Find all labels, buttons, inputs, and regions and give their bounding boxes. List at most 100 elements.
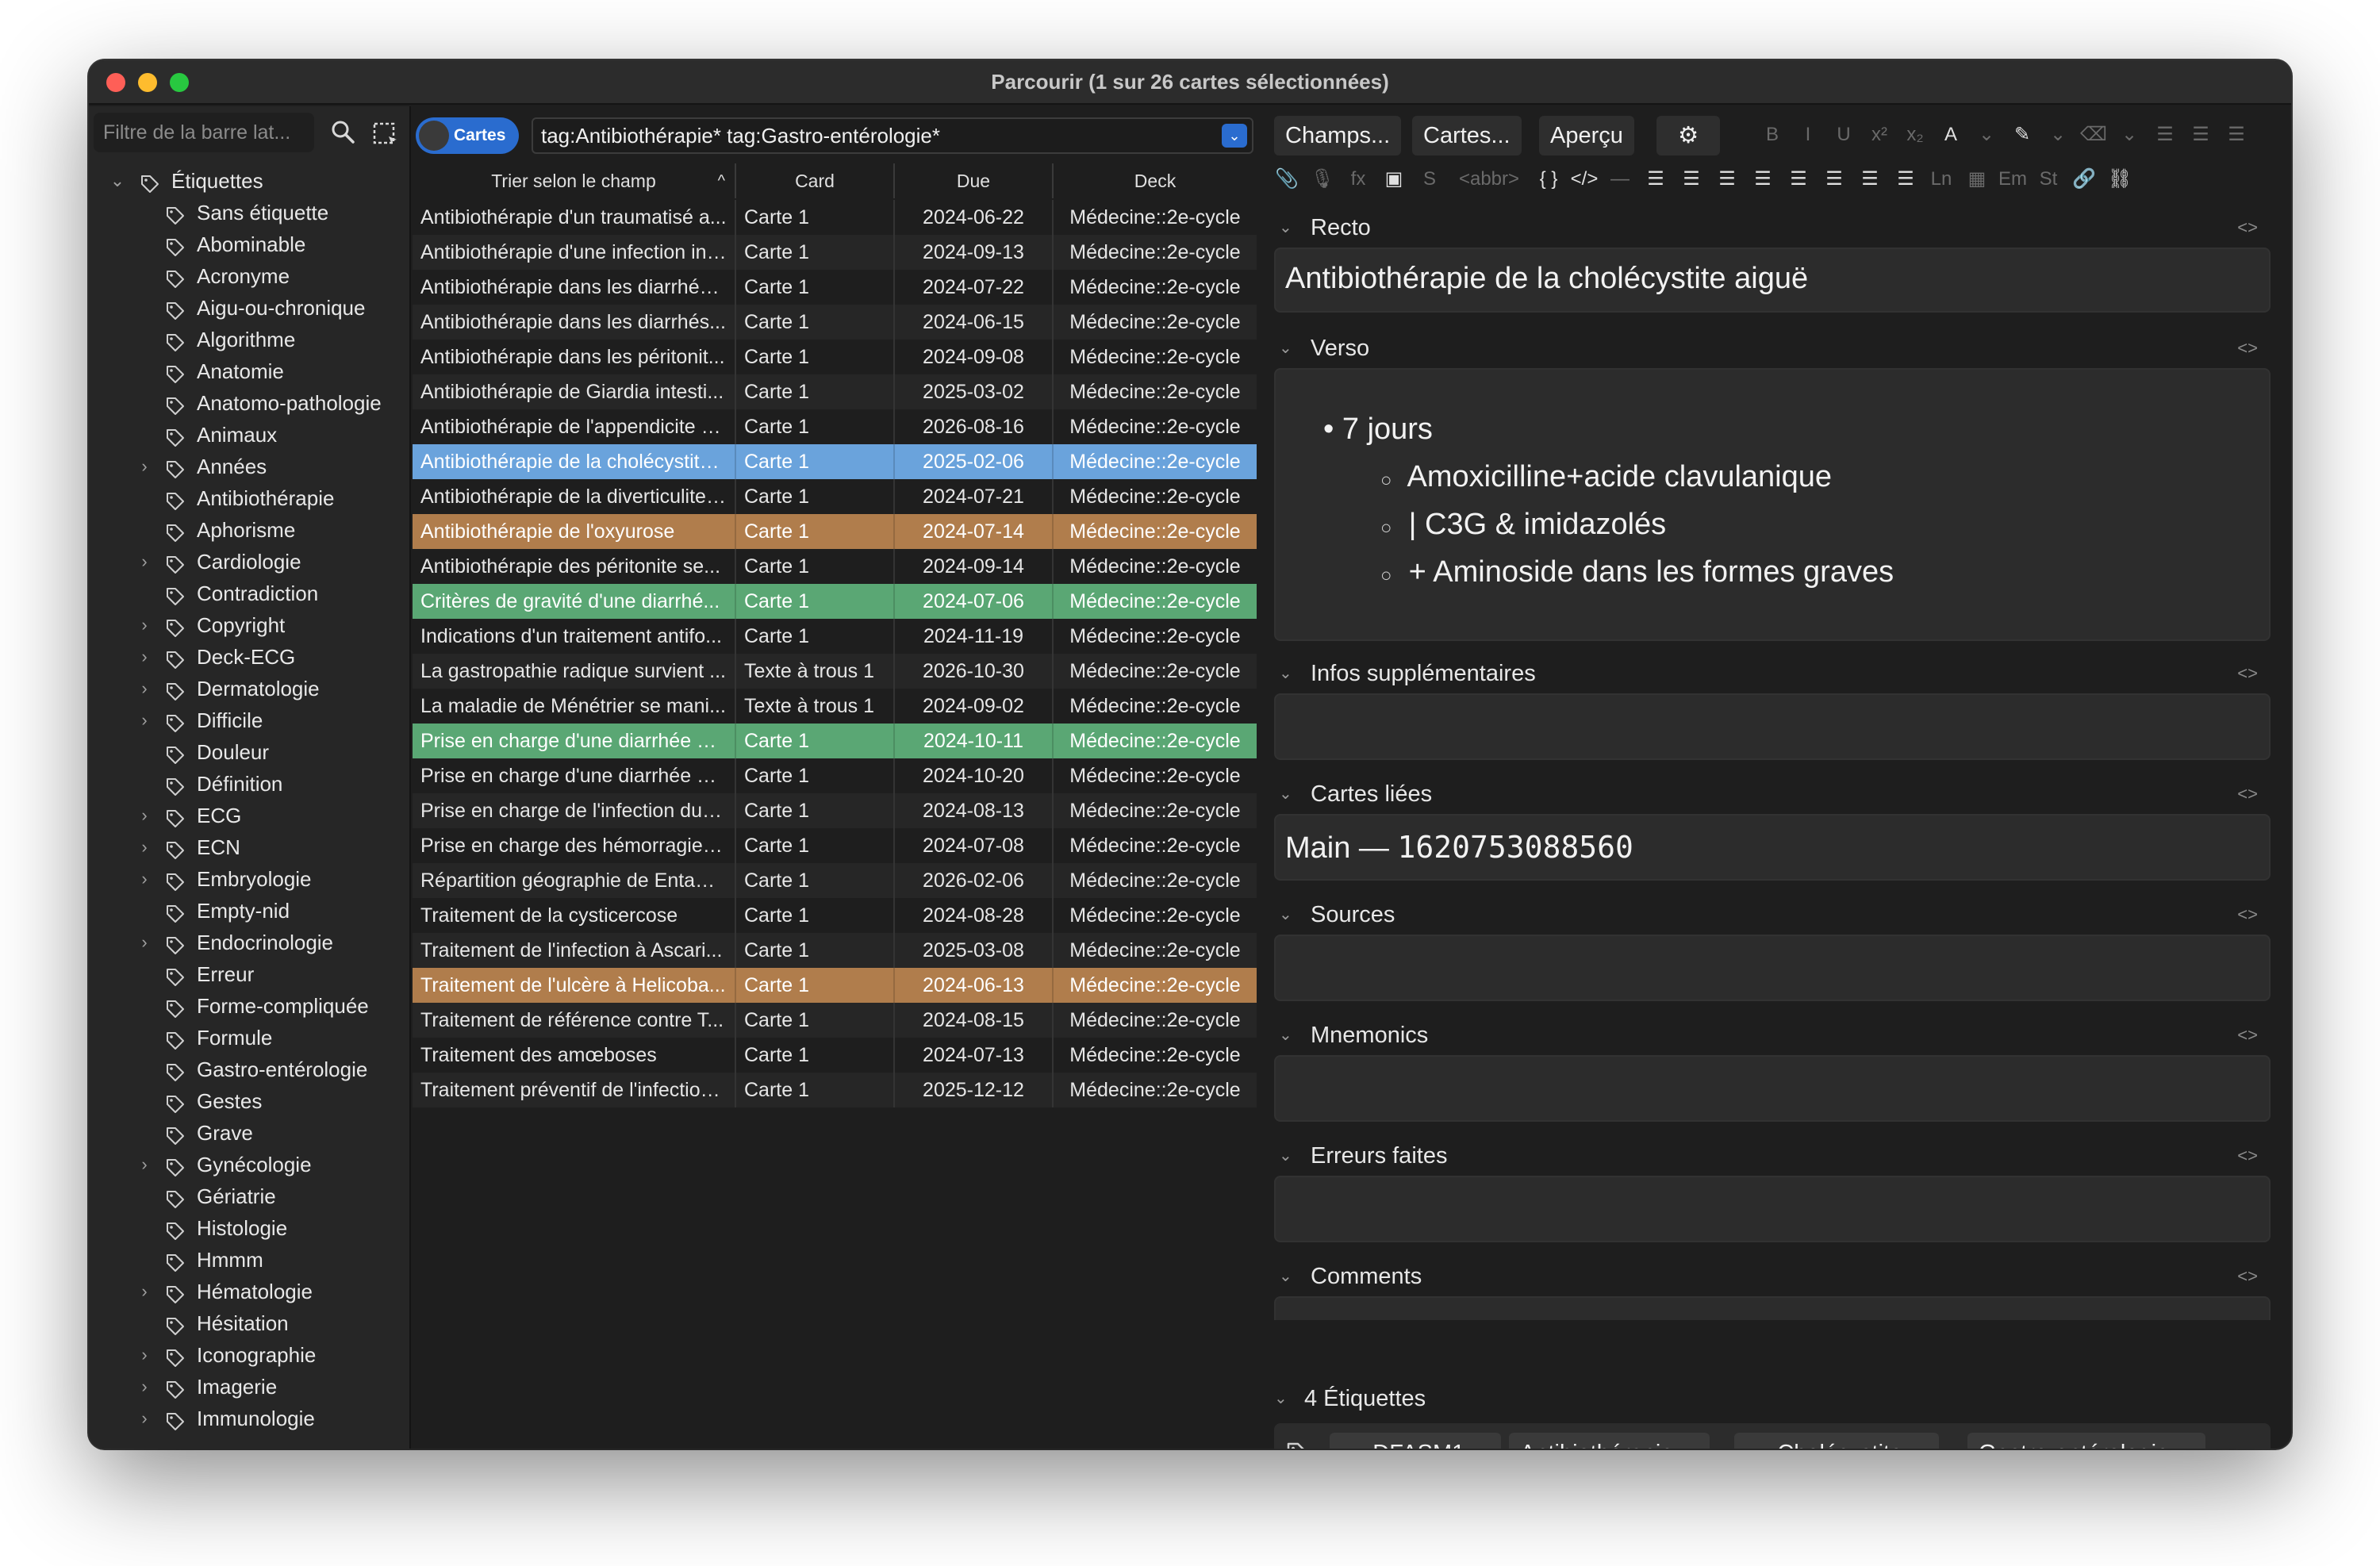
chevron-right-icon[interactable]: › [135, 831, 154, 863]
format-button[interactable]: 📎 [1271, 162, 1303, 197]
cards-button[interactable]: Cartes... [1412, 116, 1522, 155]
sidebar-tag-item[interactable]: › Immunologie [89, 1403, 409, 1434]
table-row[interactable]: Prise en charge de l'infection du l... Ca… [413, 793, 1257, 828]
sidebar-tag-item[interactable]: › Dermatologie [89, 673, 409, 704]
html-editor-toggle-icon[interactable]: <> [2237, 774, 2258, 814]
table-row[interactable]: La gastropathie radique survient ... Text… [413, 654, 1257, 689]
table-row[interactable]: Antibiothérapie des péritonite se... Cart… [413, 549, 1257, 584]
tag-chip[interactable]: ...::DFASM1× [1330, 1433, 1502, 1449]
table-row[interactable]: Antibiothérapie de l'appendicite a... Car… [413, 409, 1257, 444]
table-row[interactable]: Antibiothérapie dans les péritonit... Car… [413, 340, 1257, 374]
sidebar-tag-item[interactable]: Sans étiquette [89, 197, 409, 228]
gear-icon[interactable]: ⚙ [1656, 116, 1720, 155]
sidebar-tag-item[interactable]: › Hématologie [89, 1276, 409, 1307]
table-row[interactable]: Traitement des amœboses Carte 1 2024-07-13… [413, 1038, 1257, 1073]
format-button[interactable]: <abbr> [1449, 162, 1529, 197]
sidebar-tag-item[interactable]: Gestes [89, 1085, 409, 1117]
sidebar-tag-item[interactable]: Erreur [89, 958, 409, 990]
field-header-verso[interactable]: ⌄ Verso <> [1271, 328, 2274, 368]
sidebar-tag-item[interactable]: › Deck-ECG [89, 641, 409, 673]
table-row[interactable]: Antibiothérapie de l'oxyurose Carte 1 2024… [413, 514, 1257, 549]
sidebar-tag-item[interactable]: Aigu-ou-chronique [89, 292, 409, 324]
column-header-deck[interactable]: Deck [1054, 163, 1257, 198]
field-mnemonics-editor[interactable] [1274, 1055, 2271, 1122]
table-row[interactable]: Antibiothérapie d'un traumatisé a... Cart… [413, 200, 1257, 235]
chevron-right-icon[interactable]: › [135, 800, 154, 831]
table-row[interactable]: Traitement préventif de l'infection... Ca… [413, 1073, 1257, 1107]
table-row[interactable]: Traitement de référence contre T... Carte… [413, 1003, 1257, 1038]
table-row[interactable]: Traitement de l'ulcère à Helicoba... Cart… [413, 968, 1257, 1003]
format-button[interactable]: ☰ [1747, 162, 1779, 197]
sidebar-tag-item[interactable]: Anatomo-pathologie [89, 387, 409, 419]
tag-chip[interactable]: Antibiothérapie× [1509, 1433, 1710, 1449]
table-row[interactable]: Traitement de la cysticercose Carte 1 2024… [413, 898, 1257, 933]
sidebar-tag-item[interactable]: Contradiction [89, 578, 409, 609]
table-row[interactable]: Antibiothérapie de Giardia intesti... Car… [413, 374, 1257, 409]
format-button[interactable]: ☰ [1783, 162, 1814, 197]
format-button[interactable]: ☰ [1818, 162, 1850, 197]
sidebar-tag-item[interactable]: Grave [89, 1117, 409, 1149]
chevron-down-icon[interactable]: ⌄ [1222, 124, 1247, 148]
sidebar-tag-item[interactable]: Aphorisme [89, 514, 409, 546]
table-row[interactable]: Antibiothérapie dans les diarrhés... Cart… [413, 305, 1257, 340]
format-button[interactable]: St [2033, 162, 2064, 197]
field-sources-editor[interactable] [1274, 935, 2271, 1001]
chevron-down-icon[interactable]: ⌄ [1279, 895, 1292, 935]
sidebar-tag-item[interactable]: Définition [89, 768, 409, 800]
column-header-sort-field[interactable]: Trier selon le champ ^ [413, 163, 736, 198]
chevron-down-icon[interactable]: ⌄ [1279, 1015, 1292, 1055]
field-linked-editor[interactable]: Main — 1620753088560 [1274, 814, 2271, 881]
sidebar-tag-item[interactable]: › Endocrinologie [89, 927, 409, 958]
format-button[interactable]: I [1792, 117, 1824, 152]
sidebar-tag-item[interactable]: › Gynécologie [89, 1149, 409, 1180]
format-button[interactable]: { } [1533, 162, 1564, 197]
format-button[interactable]: ☰ [2185, 117, 2217, 152]
format-button[interactable]: Em [1997, 162, 2029, 197]
format-button[interactable]: fx [1342, 162, 1374, 197]
sidebar-tag-item[interactable]: Forme-compliquée [89, 990, 409, 1022]
chevron-down-icon[interactable]: ⌄ [1274, 1379, 1288, 1418]
format-button[interactable]: A [1935, 117, 1967, 152]
format-button[interactable]: B [1756, 117, 1788, 152]
table-row[interactable]: Antibiothérapie de la cholécystite... Car… [413, 444, 1257, 479]
sidebar-tag-item[interactable]: › Imagerie [89, 1371, 409, 1403]
field-infos-editor[interactable] [1274, 693, 2271, 760]
sidebar-tag-item[interactable]: Antibiothérapie [89, 482, 409, 514]
tag-chip[interactable]: ...::Cholécystite× [1734, 1433, 1940, 1449]
field-header-infos[interactable]: ⌄ Infos supplémentaires <> [1271, 654, 2274, 693]
table-row[interactable]: Prise en charge d'une diarrhée ai... Cart… [413, 758, 1257, 793]
format-button[interactable]: ▣ [1378, 162, 1410, 197]
chevron-right-icon[interactable]: › [135, 546, 154, 578]
chevron-right-icon[interactable]: › [135, 704, 154, 736]
field-header-mnemonics[interactable]: ⌄ Mnemonics <> [1271, 1015, 2274, 1055]
tags-header[interactable]: ⌄ 4 Étiquettes [1271, 1379, 2274, 1418]
table-row[interactable]: Prise en charge d'une diarrhée ai... Cart… [413, 724, 1257, 758]
chevron-down-icon[interactable]: ⌄ [1279, 774, 1292, 814]
table-row[interactable]: Critères de gravité d'une diarrhé... Cart… [413, 584, 1257, 619]
sidebar-tag-item[interactable]: Gériatrie [89, 1180, 409, 1212]
format-button[interactable]: Ln [1925, 162, 1957, 197]
remove-tag-icon[interactable]: × [2182, 1433, 2194, 1449]
sidebar-tag-item[interactable]: Empty-nid [89, 895, 409, 927]
format-button[interactable]: x² [1864, 117, 1895, 152]
chevron-right-icon[interactable]: › [135, 673, 154, 704]
chevron-down-icon[interactable]: ⌄ [1279, 1257, 1292, 1296]
format-button[interactable]: ✎ [2006, 117, 2038, 152]
sidebar-tag-item[interactable]: Histologie [89, 1212, 409, 1244]
table-row[interactable]: Répartition géographie de Entam... Carte … [413, 863, 1257, 898]
table-row[interactable]: Antibiothérapie de la diverticulite ... C… [413, 479, 1257, 514]
chevron-down-icon[interactable]: ⌄ [1279, 1136, 1292, 1176]
column-header-card[interactable]: Card [736, 163, 895, 198]
field-header-recto[interactable]: ⌄ Recto <> [1271, 208, 2274, 248]
sidebar-tag-item[interactable]: Anatomie [89, 355, 409, 387]
table-row[interactable]: Indications d'un traitement antifo... Car… [413, 619, 1257, 654]
sidebar-tag-item[interactable]: Hmmm [89, 1244, 409, 1276]
sidebar-tag-item[interactable]: Hésitation [89, 1307, 409, 1339]
html-editor-toggle-icon[interactable]: <> [2237, 1257, 2258, 1296]
cards-notes-toggle[interactable]: Cartes [416, 117, 519, 154]
format-button[interactable]: ☰ [1640, 162, 1672, 197]
tag-chip[interactable]: Gastro-entérologie× [1967, 1433, 2206, 1449]
html-editor-toggle-icon[interactable]: <> [2237, 208, 2258, 248]
format-button[interactable]: ☰ [2221, 117, 2252, 152]
format-button[interactable]: ⌄ [2042, 117, 2074, 152]
